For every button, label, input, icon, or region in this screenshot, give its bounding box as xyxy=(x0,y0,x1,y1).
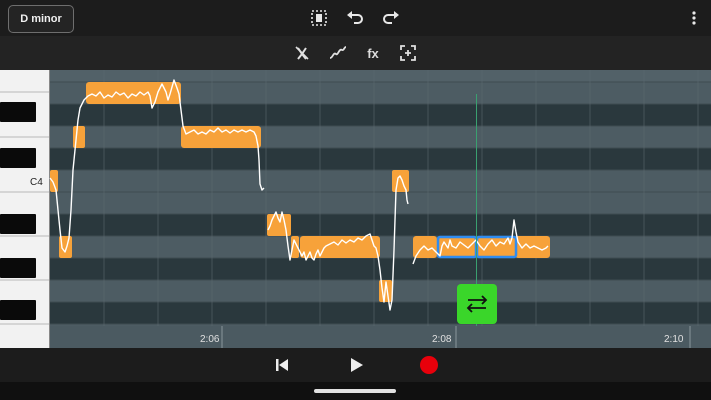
time-marker: 2:06 xyxy=(200,334,220,345)
skip-to-start-icon[interactable] xyxy=(271,354,293,376)
key-selector-button[interactable]: D minor xyxy=(8,5,74,33)
mute-note-icon[interactable] xyxy=(292,43,312,63)
edit-toolbar: fx xyxy=(0,36,711,70)
snap-to-pitch-icon[interactable] xyxy=(398,43,418,63)
c4-key-label: C4 xyxy=(30,177,43,188)
piano-keyboard xyxy=(0,70,50,348)
top-bar: D minor xyxy=(0,0,711,36)
swap-button[interactable] xyxy=(457,284,497,324)
note-block[interactable] xyxy=(50,170,58,192)
piano-roll-canvas[interactable]: C4 2:06 2:08 2:10 xyxy=(0,70,711,348)
note-block[interactable] xyxy=(392,170,409,192)
note-block[interactable] xyxy=(73,126,85,148)
play-icon[interactable] xyxy=(345,354,367,376)
selected-note-block[interactable] xyxy=(475,235,518,259)
transport-bar xyxy=(0,348,711,382)
redo-icon[interactable] xyxy=(381,8,401,28)
fx-icon: fx xyxy=(367,45,379,61)
record-icon[interactable] xyxy=(418,354,440,376)
home-indicator[interactable] xyxy=(314,389,396,393)
time-marker: 2:10 xyxy=(664,334,684,345)
time-marker: 2:08 xyxy=(432,334,452,345)
pitch-curve-icon[interactable] xyxy=(328,43,348,63)
note-block[interactable] xyxy=(300,236,380,258)
piano-roll-editor[interactable]: C4 2:06 2:08 2:10 xyxy=(0,70,711,348)
undo-icon[interactable] xyxy=(345,8,365,28)
select-range-icon[interactable] xyxy=(309,8,329,28)
fx-button[interactable]: fx xyxy=(363,43,383,63)
note-block[interactable] xyxy=(181,126,261,148)
timeline-ruler[interactable] xyxy=(50,326,711,348)
system-nav-bar xyxy=(0,382,711,400)
more-vertical-icon[interactable] xyxy=(684,8,704,28)
